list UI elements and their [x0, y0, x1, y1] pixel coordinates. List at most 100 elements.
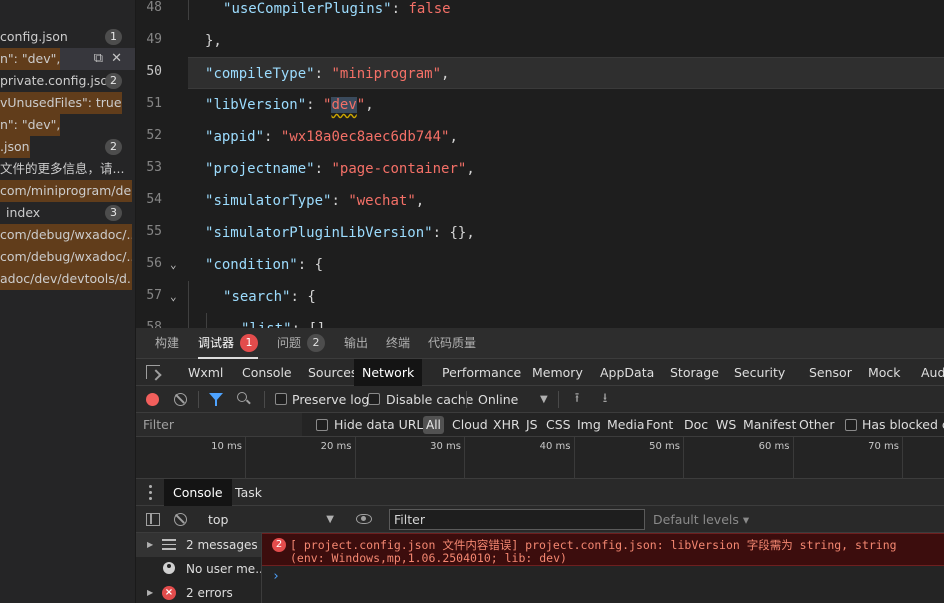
log-levels-select[interactable]: Default levels ▾: [653, 506, 749, 533]
filter-icon[interactable]: [209, 393, 223, 406]
close-icon[interactable]: ✕: [111, 51, 122, 66]
expand-triangle-icon[interactable]: ▶: [147, 533, 153, 557]
line-number: 48: [146, 0, 162, 15]
code-line[interactable]: "libVersion": "dev",: [188, 89, 944, 121]
filter-type-xhr[interactable]: XHR: [493, 413, 520, 437]
json-key: compileType: [213, 66, 307, 82]
code-line[interactable]: "simulatorPluginLibVersion": {},: [188, 217, 944, 249]
filter-type-other[interactable]: Other: [799, 413, 835, 437]
has-blocked-checkbox[interactable]: [845, 419, 857, 431]
fold-chevron-icon[interactable]: ⌄: [170, 290, 177, 303]
filter-type-doc[interactable]: Doc: [684, 413, 708, 437]
console-sidebar-item[interactable]: ▶ 2 messages: [136, 533, 261, 557]
filter-type-font[interactable]: Font: [646, 413, 673, 437]
search-result-item[interactable]: n": "dev", ⧉ ✕: [0, 48, 135, 70]
console-sidebar-item[interactable]: ▶ × 2 errors: [136, 581, 261, 603]
drawer-tab-console[interactable]: Console: [164, 479, 232, 506]
search-result-item[interactable]: index 3: [0, 202, 135, 224]
filter-type-manifest[interactable]: Manifest: [743, 413, 796, 437]
panel-tab-wxml[interactable]: Wxml: [188, 359, 223, 386]
clear-console-icon[interactable]: [174, 513, 187, 526]
panel-tab-memory[interactable]: Memory: [532, 359, 583, 386]
timeline-tick-label: 40 ms: [539, 441, 571, 452]
panel-tab-security[interactable]: Security: [734, 359, 785, 386]
drawer-menu-icon[interactable]: [149, 485, 152, 500]
panel-tab-console[interactable]: Console: [242, 359, 292, 386]
console-sidebar-toggle-icon[interactable]: [146, 513, 160, 526]
code-text: "libVersion": "dev",: [205, 97, 374, 113]
replace-icon[interactable]: ⧉: [94, 51, 103, 66]
search-result-item[interactable]: private.config.json 2: [0, 70, 135, 92]
search-result-text: adoc/dev/devtools/d...: [0, 268, 132, 290]
code-line[interactable]: "search": {: [188, 281, 944, 313]
search-result-item[interactable]: com/debug/wxadoc/...: [0, 246, 135, 268]
chevron-down-icon: ▼: [326, 514, 334, 525]
json-string-value: wx18a0ec8aec6db744: [289, 129, 442, 145]
export-har-icon[interactable]: ⭳: [599, 391, 611, 407]
context-select[interactable]: top ▼: [200, 506, 340, 533]
hide-data-urls-checkbox[interactable]: [316, 419, 328, 431]
panel-tab-performance[interactable]: Performance: [442, 359, 521, 386]
search-result-item[interactable]: 文件的更多信息，请...: [0, 158, 135, 180]
network-filter-input[interactable]: [136, 413, 302, 436]
panel-tab-mock[interactable]: Mock: [868, 359, 901, 386]
inspect-element-icon[interactable]: [146, 365, 160, 379]
search-result-item[interactable]: com/debug/wxadoc/...: [0, 224, 135, 246]
console-filter-input[interactable]: [389, 509, 645, 530]
panel-tab-sensor[interactable]: Sensor: [809, 359, 852, 386]
filter-type-ws[interactable]: WS: [716, 413, 736, 437]
timeline-tick-label: 70 ms: [868, 441, 899, 452]
record-icon[interactable]: [146, 393, 159, 406]
debug-tab[interactable]: 终端: [386, 328, 410, 359]
console-error-message[interactable]: 2 [ project.config.json 文件内容错误] project.…: [262, 533, 944, 566]
panel-tab-aud[interactable]: Aud: [921, 359, 944, 386]
panel-tab-sources[interactable]: Sources: [308, 359, 357, 386]
console-messages[interactable]: 2 [ project.config.json 文件内容错误] project.…: [262, 533, 944, 603]
clear-icon[interactable]: [174, 393, 187, 406]
code-line[interactable]: "simulatorType": "wechat",: [188, 185, 944, 217]
search-result-item[interactable]: vUnusedFiles": true: [0, 92, 135, 114]
search-icon[interactable]: [237, 392, 247, 402]
filter-type-cloud[interactable]: Cloud: [452, 413, 488, 437]
match-count-badge: 3: [105, 205, 122, 221]
filter-type-css[interactable]: CSS: [546, 413, 571, 437]
debug-tab[interactable]: 代码质量: [428, 328, 476, 359]
debug-tab[interactable]: 构建: [155, 328, 179, 359]
panel-tab-storage[interactable]: Storage: [670, 359, 719, 386]
filter-type-all[interactable]: All: [423, 416, 444, 434]
throttle-select[interactable]: Online ▼: [478, 386, 550, 413]
search-result-item[interactable]: n": "dev",: [0, 114, 135, 136]
code-line[interactable]: "useCompilerPlugins": false: [188, 0, 944, 25]
search-result-item[interactable]: adoc/dev/devtools/d...: [0, 268, 135, 290]
code-editor[interactable]: 48 "useCompilerPlugins": false 49}, 50 "comp…: [136, 0, 944, 328]
debug-tab[interactable]: 输出: [344, 328, 368, 359]
panel-tab-network[interactable]: Network: [354, 359, 423, 386]
filter-type-js[interactable]: JS: [526, 413, 538, 437]
row-actions: ⧉ ✕: [86, 48, 122, 70]
code-line[interactable]: "compileType": "miniprogram",: [188, 57, 944, 89]
panel-tab-appdata[interactable]: AppData: [600, 359, 654, 386]
code-line[interactable]: "projectname": "page-container",: [188, 153, 944, 185]
code-line[interactable]: "condition": {: [188, 249, 944, 281]
debug-tab[interactable]: 调试器 1: [198, 328, 259, 359]
code-line[interactable]: "appid": "wx18a0ec8aec6db744",: [188, 121, 944, 153]
filter-type-img[interactable]: Img: [577, 413, 601, 437]
preserve-log-checkbox[interactable]: [275, 393, 287, 405]
chevron-down-icon: ▼: [540, 394, 548, 405]
search-result-item[interactable]: .json 2: [0, 136, 135, 158]
expand-triangle-icon[interactable]: ▶: [147, 581, 153, 603]
search-result-item[interactable]: com/miniprogram/de...: [0, 180, 135, 202]
code-line[interactable]: "list": [],: [188, 313, 944, 328]
search-result-item[interactable]: config.json 1: [0, 26, 135, 48]
console-sidebar-item[interactable]: No user me...: [136, 557, 261, 581]
filter-type-media[interactable]: Media: [607, 413, 645, 437]
console-prompt-icon[interactable]: ›: [272, 569, 280, 584]
drawer-tab-task[interactable]: Task: [235, 479, 262, 506]
import-har-icon[interactable]: ⭱: [571, 391, 583, 407]
live-expression-icon[interactable]: [356, 514, 372, 524]
disable-cache-checkbox[interactable]: [368, 393, 380, 405]
fold-chevron-icon[interactable]: ⌄: [170, 258, 177, 271]
network-timeline-overview[interactable]: 10 ms 20 ms 30 ms 40 ms 50 ms 60 ms 70 ms: [136, 437, 944, 479]
code-line[interactable]: },: [188, 25, 944, 57]
debug-tab[interactable]: 问题 2: [277, 328, 326, 359]
